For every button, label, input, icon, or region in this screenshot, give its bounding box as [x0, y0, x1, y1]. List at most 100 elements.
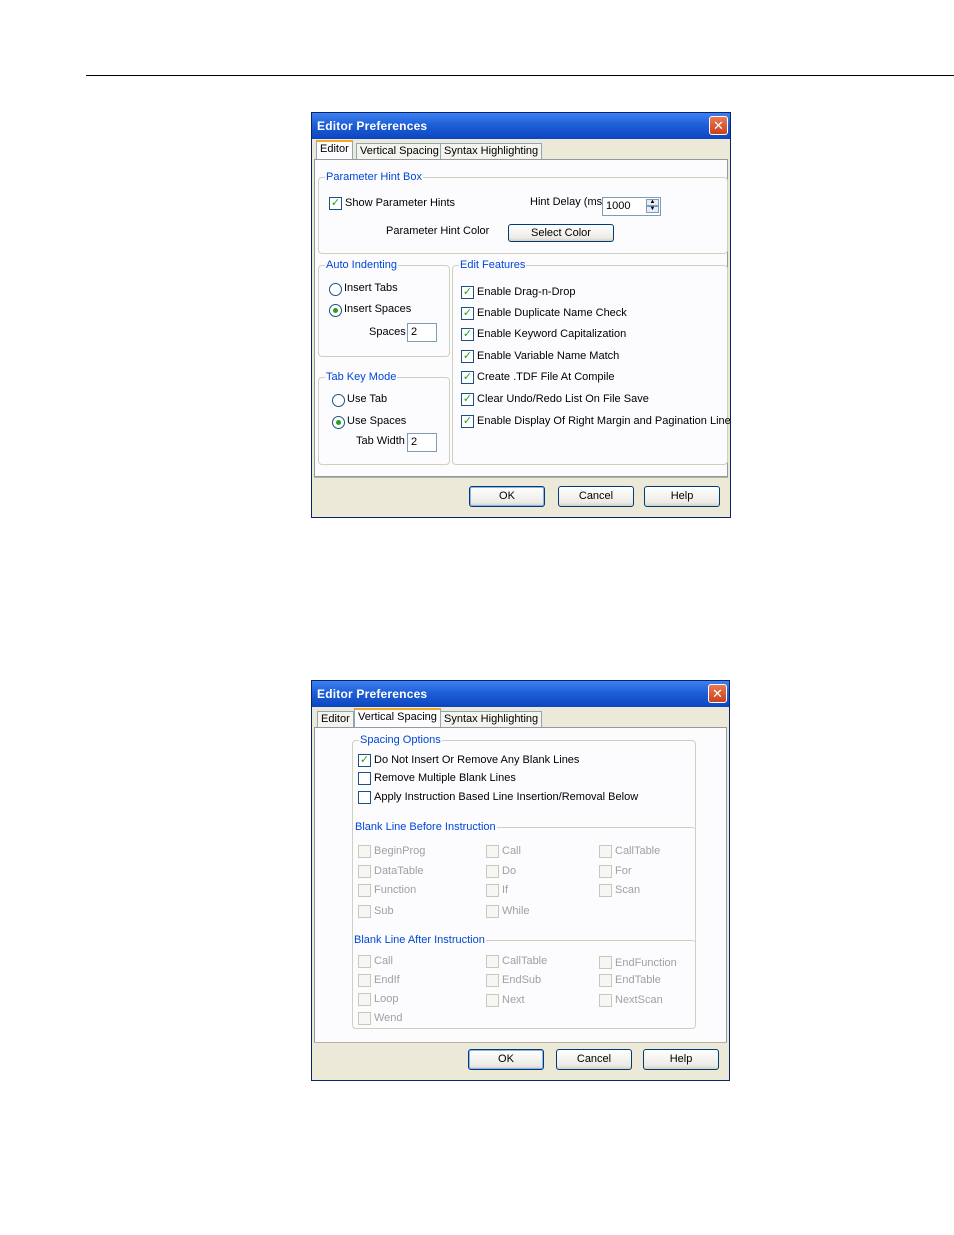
- after-endif-checkbox[interactable]: [358, 974, 371, 987]
- button-label: Select Color: [531, 227, 591, 239]
- dialog-title: Editor Preferences: [317, 119, 428, 133]
- remove-multiple-blank-lines-checkbox[interactable]: [358, 772, 371, 785]
- tab-label: Editor: [321, 713, 350, 725]
- after-nextscan-checkbox[interactable]: [599, 994, 612, 1007]
- tab-label: Syntax Highlighting: [444, 713, 539, 725]
- tab-editor[interactable]: Editor: [317, 711, 354, 727]
- tab-strip: Editor Vertical Spacing Syntax Highlight…: [312, 707, 729, 729]
- after-endsub-checkbox[interactable]: [486, 974, 499, 987]
- checkbox-label: EndFunction: [615, 957, 677, 969]
- hint-delay-spinner[interactable]: 1000 ▲ ▼: [602, 197, 661, 216]
- button-label: OK: [499, 490, 515, 502]
- before-function-checkbox[interactable]: [358, 884, 371, 897]
- checkbox-label: Enable Display Of Right Margin and Pagin…: [477, 415, 731, 427]
- before-if-checkbox[interactable]: [486, 884, 499, 897]
- ok-button[interactable]: OK: [468, 1049, 544, 1070]
- group-legend: Blank Line After Instruction: [353, 934, 486, 946]
- close-icon: ✕: [712, 686, 723, 701]
- insert-spaces-radio[interactable]: [329, 304, 342, 317]
- tab-syntax-highlighting[interactable]: Syntax Highlighting: [440, 143, 543, 159]
- checkbox-label: NextScan: [615, 994, 663, 1006]
- tab-vertical-spacing[interactable]: Vertical Spacing: [354, 708, 441, 727]
- checkbox-label: Create .TDF File At Compile: [477, 371, 615, 383]
- insert-tabs-radio[interactable]: [329, 283, 342, 296]
- create-tdf-checkbox[interactable]: ✓: [461, 371, 474, 384]
- checkbox-label: CallTable: [502, 955, 548, 967]
- tab-page: Spacing Options ✓ Do Not Insert Or Remov…: [314, 727, 727, 1043]
- checkbox-label: Function: [374, 884, 417, 896]
- checkbox-label: Loop: [374, 993, 399, 1005]
- parameter-hint-color-label: Parameter Hint Color: [386, 225, 490, 237]
- radio-selected-dot: [333, 308, 338, 313]
- before-for-checkbox[interactable]: [599, 865, 612, 878]
- right-margin-display-checkbox[interactable]: ✓: [461, 415, 474, 428]
- duplicate-name-check-checkbox[interactable]: ✓: [461, 307, 474, 320]
- show-parameter-hints-checkbox[interactable]: ✓: [329, 197, 342, 210]
- before-sub-checkbox[interactable]: [358, 905, 371, 918]
- spin-buttons[interactable]: ▲ ▼: [646, 199, 659, 214]
- checkbox-label: BeginProg: [374, 845, 426, 857]
- checkbox-label: Wend: [374, 1012, 403, 1024]
- checkbox-label: EndIf: [374, 974, 400, 986]
- editor-preferences-dialog-editor-tab: Editor Preferences ✕ Editor Vertical Spa…: [311, 112, 731, 518]
- select-color-button[interactable]: Select Color: [508, 224, 614, 242]
- tab-width-input[interactable]: 2: [407, 433, 437, 452]
- checkbox-label: CallTable: [615, 845, 661, 857]
- use-spaces-radio[interactable]: [332, 416, 345, 429]
- tab-page: Parameter Hint Box ✓ Show Parameter Hint…: [314, 159, 731, 477]
- before-while-checkbox[interactable]: [486, 905, 499, 918]
- button-label: OK: [498, 1053, 514, 1065]
- spin-down-icon[interactable]: ▼: [646, 206, 659, 213]
- checkbox-label: Call: [374, 955, 393, 967]
- checkbox-label: Remove Multiple Blank Lines: [374, 772, 516, 784]
- edit-features-group: Edit Features ✓ Enable Drag-n-Drop ✓ Ena…: [452, 259, 731, 465]
- help-button[interactable]: Help: [644, 486, 720, 507]
- button-separator: [314, 477, 728, 478]
- tab-label: Syntax Highlighting: [444, 145, 539, 157]
- no-insert-remove-checkbox[interactable]: ✓: [358, 754, 371, 767]
- button-separator: [314, 1042, 727, 1043]
- close-button[interactable]: ✕: [708, 684, 727, 703]
- show-parameter-hints-label: Show Parameter Hints: [345, 197, 456, 209]
- help-button[interactable]: Help: [643, 1049, 719, 1070]
- cancel-button[interactable]: Cancel: [556, 1049, 632, 1070]
- tab-label: Vertical Spacing: [358, 711, 437, 723]
- before-calltable-checkbox[interactable]: [599, 845, 612, 858]
- cancel-button[interactable]: Cancel: [558, 486, 634, 507]
- after-call-checkbox[interactable]: [358, 955, 371, 968]
- before-call-checkbox[interactable]: [486, 845, 499, 858]
- spacing-options-group: Spacing Options ✓ Do Not Insert Or Remov…: [352, 734, 696, 1029]
- after-endtable-checkbox[interactable]: [599, 974, 612, 987]
- before-datatable-checkbox[interactable]: [358, 865, 371, 878]
- tab-editor[interactable]: Editor: [316, 140, 353, 159]
- before-beginprog-checkbox[interactable]: [358, 845, 371, 858]
- checkbox-label: While: [502, 905, 530, 917]
- button-label: Help: [670, 490, 694, 502]
- variable-name-match-checkbox[interactable]: ✓: [461, 350, 474, 363]
- keyword-capitalization-checkbox[interactable]: ✓: [461, 328, 474, 341]
- after-endfunction-checkbox[interactable]: [599, 956, 612, 969]
- close-button[interactable]: ✕: [709, 116, 728, 135]
- tab-width-label: Tab Width: [356, 435, 405, 447]
- spin-up-icon[interactable]: ▲: [646, 199, 659, 206]
- apply-instruction-based-checkbox[interactable]: [358, 791, 371, 804]
- ok-button[interactable]: OK: [469, 486, 545, 507]
- clear-undo-redo-checkbox[interactable]: ✓: [461, 393, 474, 406]
- before-do-checkbox[interactable]: [486, 865, 499, 878]
- use-tab-radio[interactable]: [332, 394, 345, 407]
- checkbox-label: Clear Undo/Redo List On File Save: [477, 393, 649, 405]
- after-next-checkbox[interactable]: [486, 994, 499, 1007]
- after-calltable-checkbox[interactable]: [486, 955, 499, 968]
- after-loop-checkbox[interactable]: [358, 993, 371, 1006]
- before-scan-checkbox[interactable]: [599, 884, 612, 897]
- tab-syntax-highlighting[interactable]: Syntax Highlighting: [440, 711, 543, 727]
- checkbox-label: DataTable: [374, 865, 424, 877]
- checkbox-label: Sub: [374, 905, 394, 917]
- enable-drag-drop-checkbox[interactable]: ✓: [461, 286, 474, 299]
- checkbox-label: EndSub: [502, 974, 542, 986]
- spaces-input[interactable]: 2: [407, 323, 437, 342]
- checkbox-label: Enable Variable Name Match: [477, 350, 620, 362]
- after-wend-checkbox[interactable]: [358, 1012, 371, 1025]
- checkbox-label: Next: [502, 994, 525, 1006]
- tab-vertical-spacing[interactable]: Vertical Spacing: [356, 143, 443, 159]
